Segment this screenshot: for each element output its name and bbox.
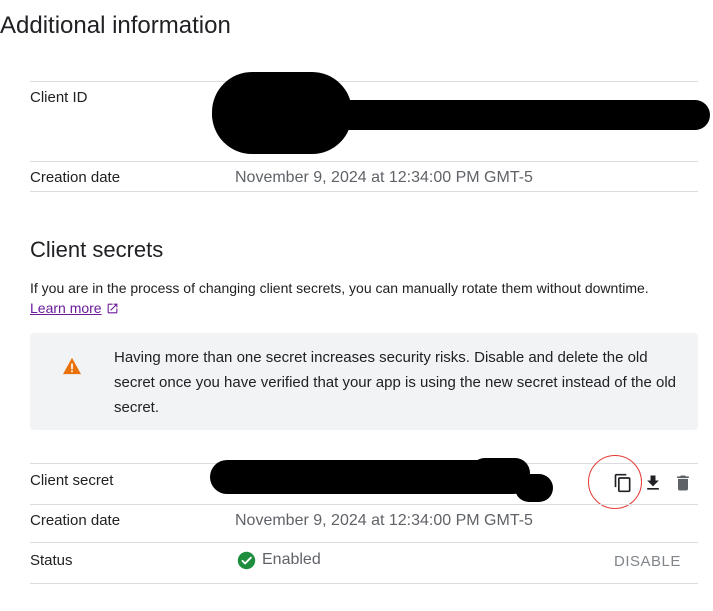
secret-creation-date-label: Creation date	[30, 512, 121, 529]
status-label: Status	[30, 552, 73, 569]
disable-button[interactable]: DISABLE	[614, 553, 681, 570]
divider	[30, 191, 698, 192]
learn-more-label: Learn more	[30, 300, 102, 316]
check-circle-icon	[237, 551, 256, 569]
learn-more-link[interactable]: Learn more	[30, 298, 119, 318]
warning-banner: Having more than one secret increases se…	[30, 333, 698, 430]
client-secrets-description: If you are in the process of changing cl…	[30, 280, 649, 296]
warning-icon	[63, 357, 81, 375]
status-value: Enabled	[237, 550, 321, 570]
copy-icon	[614, 473, 631, 493]
download-button[interactable]	[642, 472, 664, 494]
secret-creation-date-value: November 9, 2024 at 12:34:00 PM GMT-5	[235, 512, 533, 529]
external-link-icon	[107, 303, 117, 313]
divider	[30, 81, 698, 82]
page-title: Additional information	[0, 12, 231, 39]
status-text: Enabled	[262, 551, 321, 568]
creation-date-value: November 9, 2024 at 12:34:00 PM GMT-5	[235, 169, 533, 186]
client-secret-label: Client secret	[30, 472, 114, 489]
divider	[30, 504, 698, 505]
creation-date-label: Creation date	[30, 169, 121, 186]
delete-icon	[677, 475, 689, 491]
divider	[30, 542, 698, 543]
client-secrets-title: Client secrets	[30, 237, 164, 262]
divider	[30, 161, 698, 162]
delete-button[interactable]	[672, 472, 694, 494]
warning-text: Having more than one secret increases se…	[114, 349, 677, 416]
download-icon	[647, 475, 659, 490]
client-id-label: Client ID	[30, 89, 88, 106]
page: Additional information Client ID Creatio…	[0, 0, 713, 611]
copy-button[interactable]	[612, 472, 634, 494]
divider	[30, 583, 698, 584]
